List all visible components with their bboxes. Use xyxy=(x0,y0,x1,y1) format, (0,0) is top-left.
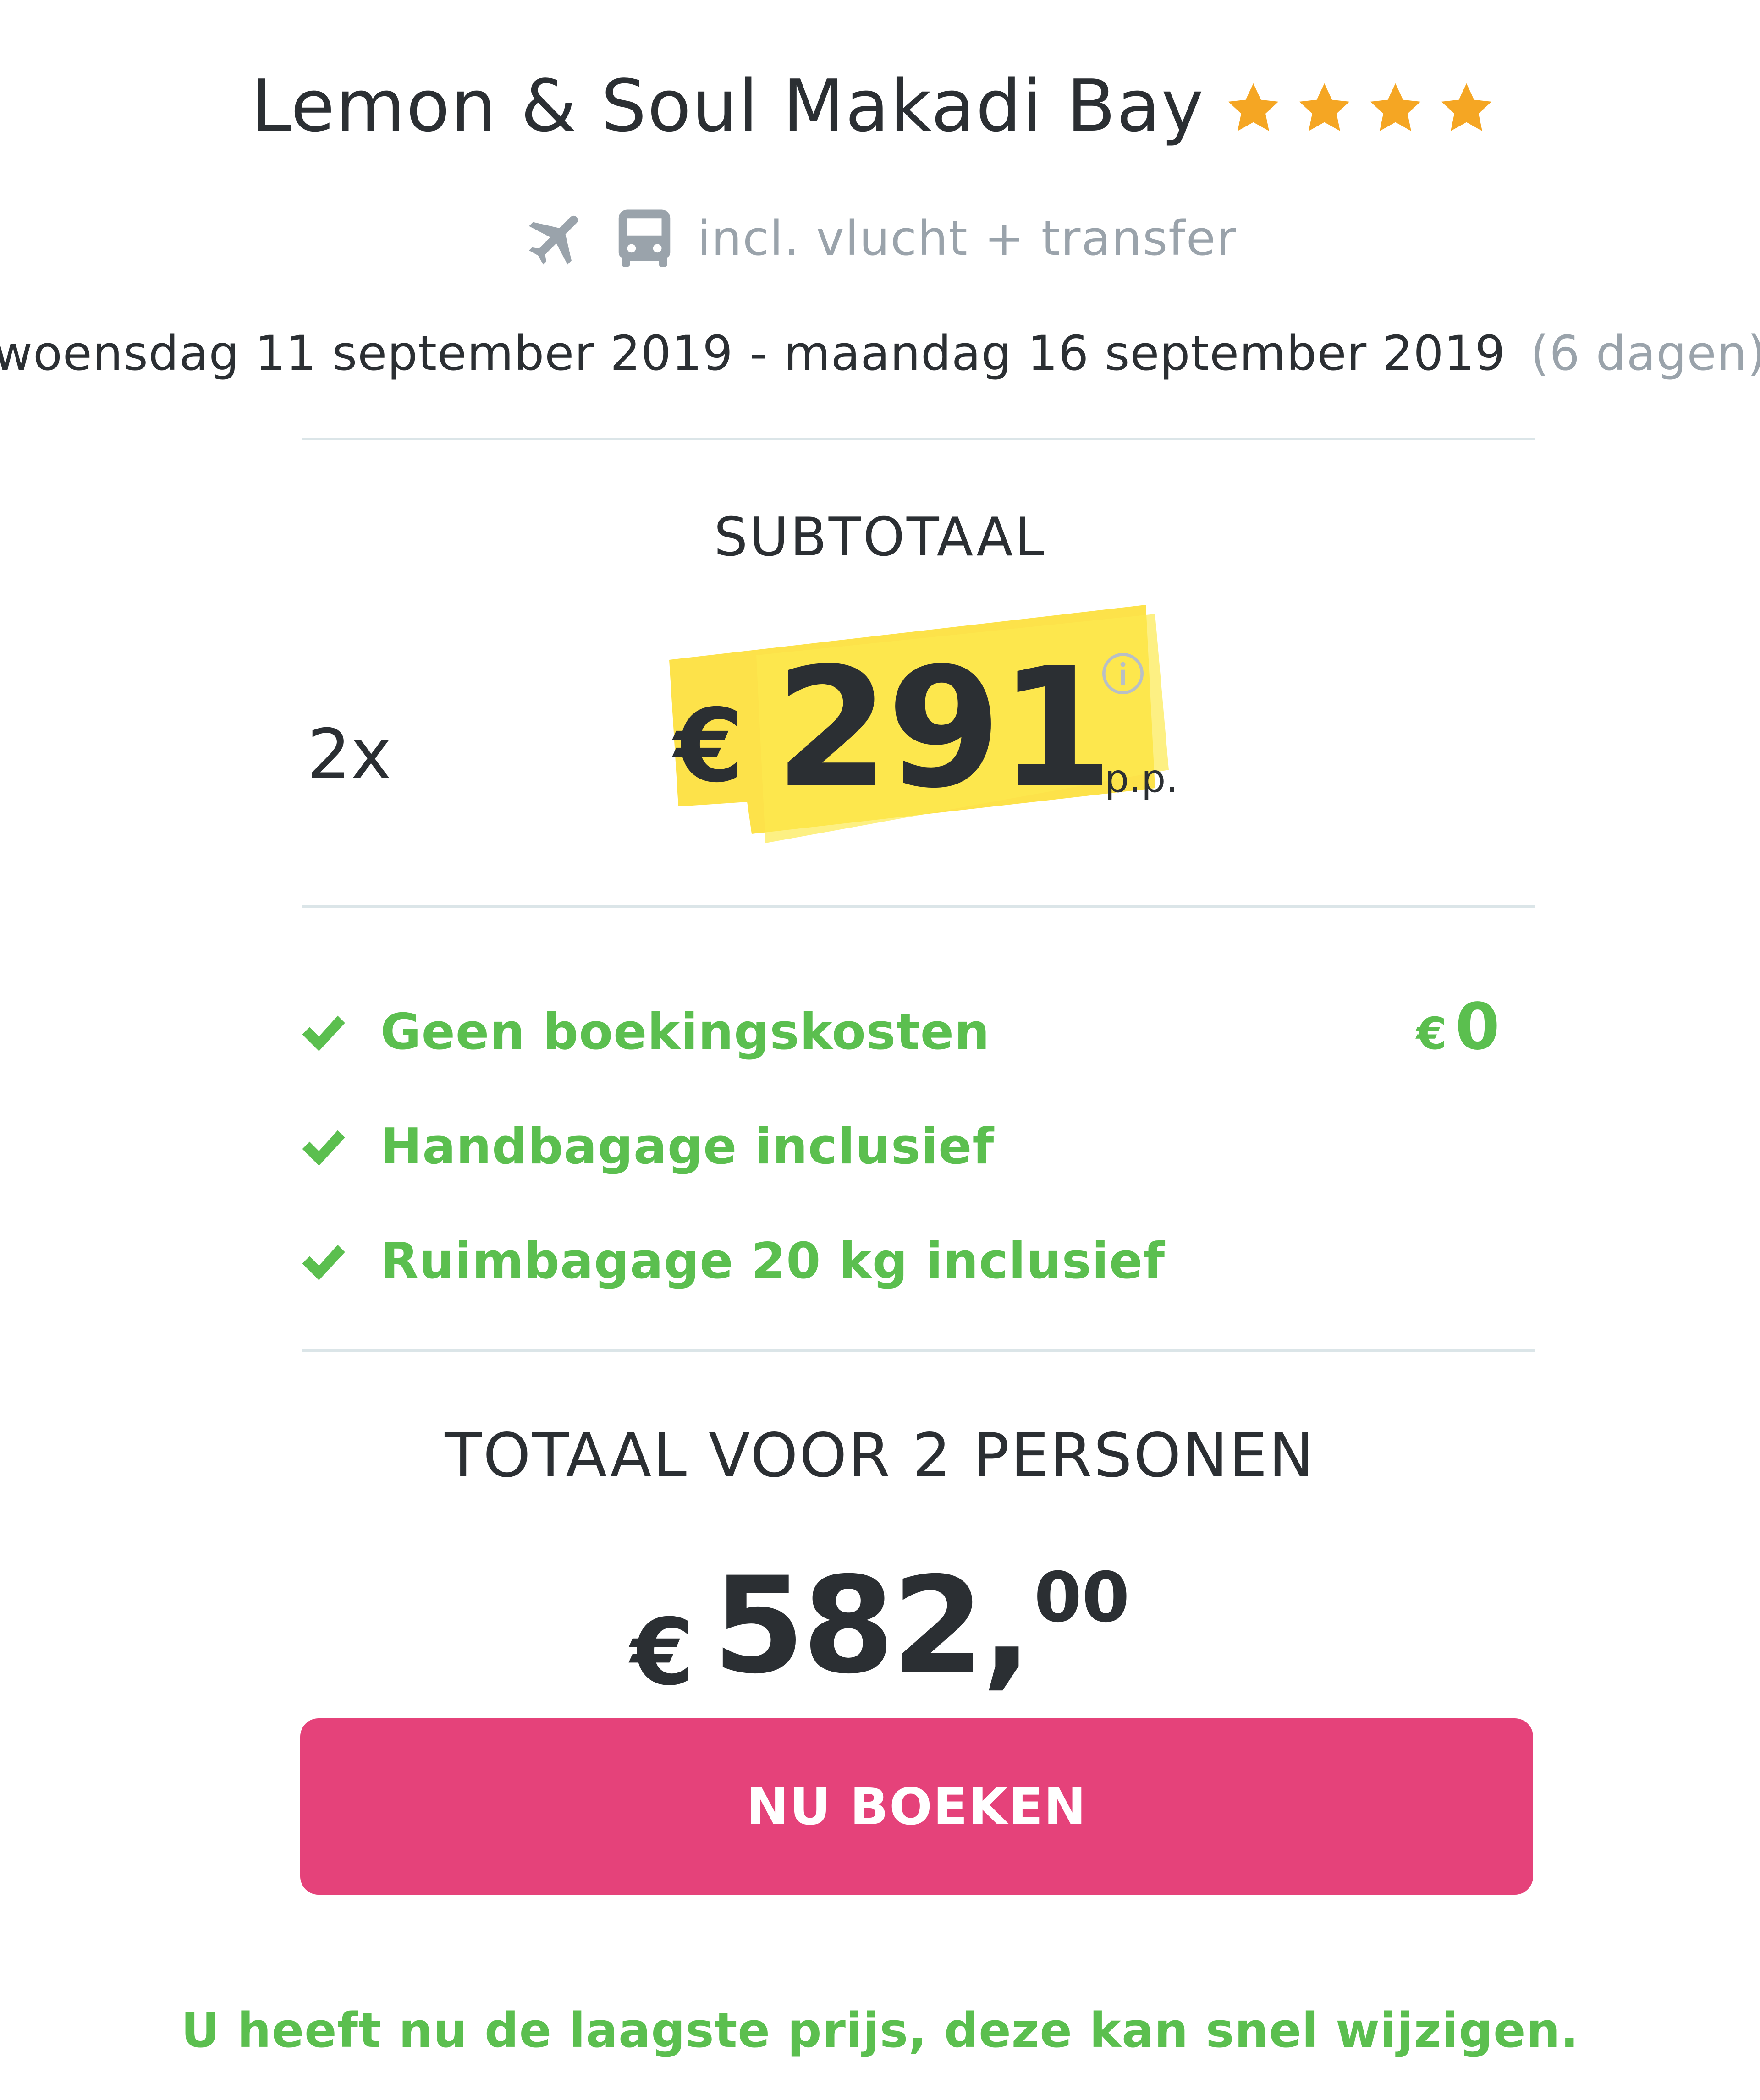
per-person-label: p.p. xyxy=(1105,756,1178,801)
check-icon xyxy=(302,1130,345,1166)
traveler-multiplier: 2x xyxy=(307,715,392,795)
total-cents: 00 xyxy=(1034,1558,1130,1638)
feature-text: Ruimbagage 20 kg inclusief xyxy=(380,1233,1166,1290)
price-per-person: 291 xyxy=(775,632,1113,824)
star-rating xyxy=(1225,80,1509,137)
subtotal-label: SUBTOTAAL xyxy=(714,506,1046,568)
total-label: TOTAAL VOOR 2 PERSONEN xyxy=(445,1420,1315,1491)
total-currency: € xyxy=(630,1599,694,1706)
feature-item: Geen boekingskosten xyxy=(298,1003,990,1061)
divider xyxy=(302,905,1534,908)
fee-value: 0 xyxy=(1455,990,1500,1064)
inclusions: incl. vlucht + transfer xyxy=(0,204,1760,273)
end-date: maandag 16 september 2019 xyxy=(784,325,1506,381)
star-icon xyxy=(1228,83,1279,131)
feature-text: Geen boekingskosten xyxy=(380,1003,990,1061)
lowest-price-note: U heeft nu de laagste prijs, deze kan sn… xyxy=(181,2002,1579,2058)
price-currency: € xyxy=(674,687,744,805)
book-now-button[interactable]: NU BOEKEN xyxy=(300,1718,1533,1895)
info-icon[interactable] xyxy=(1100,651,1146,696)
feature-item: Ruimbagage 20 kg inclusief xyxy=(298,1233,1165,1290)
star-icon xyxy=(1299,83,1350,131)
inclusions-text: incl. vlucht + transfer xyxy=(697,210,1237,266)
total-amount: 582, xyxy=(712,1549,1032,1703)
total-price: € 582, 00 xyxy=(0,1549,1760,1706)
date-separator: - xyxy=(749,325,768,381)
hotel-header: Lemon & Soul Makadi Bay xyxy=(0,64,1760,148)
feature-item: Handbagage inclusief xyxy=(298,1118,994,1175)
plane-icon xyxy=(529,215,578,265)
divider xyxy=(302,438,1534,440)
price-summary-card: Lemon & Soul Makadi Bay incl. vlucht + t… xyxy=(0,0,1760,2100)
star-icon xyxy=(1441,83,1492,131)
bus-icon xyxy=(619,209,671,267)
check-icon xyxy=(302,1015,345,1051)
check-icon xyxy=(302,1245,345,1280)
star-icon xyxy=(1370,83,1421,131)
hotel-name: Lemon & Soul Makadi Bay xyxy=(251,64,1204,148)
travel-dates: woensdag 11 september 2019 - maandag 16 … xyxy=(0,325,1760,381)
start-date: woensdag 11 september 2019 xyxy=(0,325,733,381)
trip-duration: (6 dagen) xyxy=(1530,325,1760,381)
divider xyxy=(302,1349,1534,1352)
feature-text: Handbagage inclusief xyxy=(380,1118,995,1175)
fee-currency: € xyxy=(1416,1008,1447,1059)
booking-fee: € 0 xyxy=(1416,990,1500,1064)
